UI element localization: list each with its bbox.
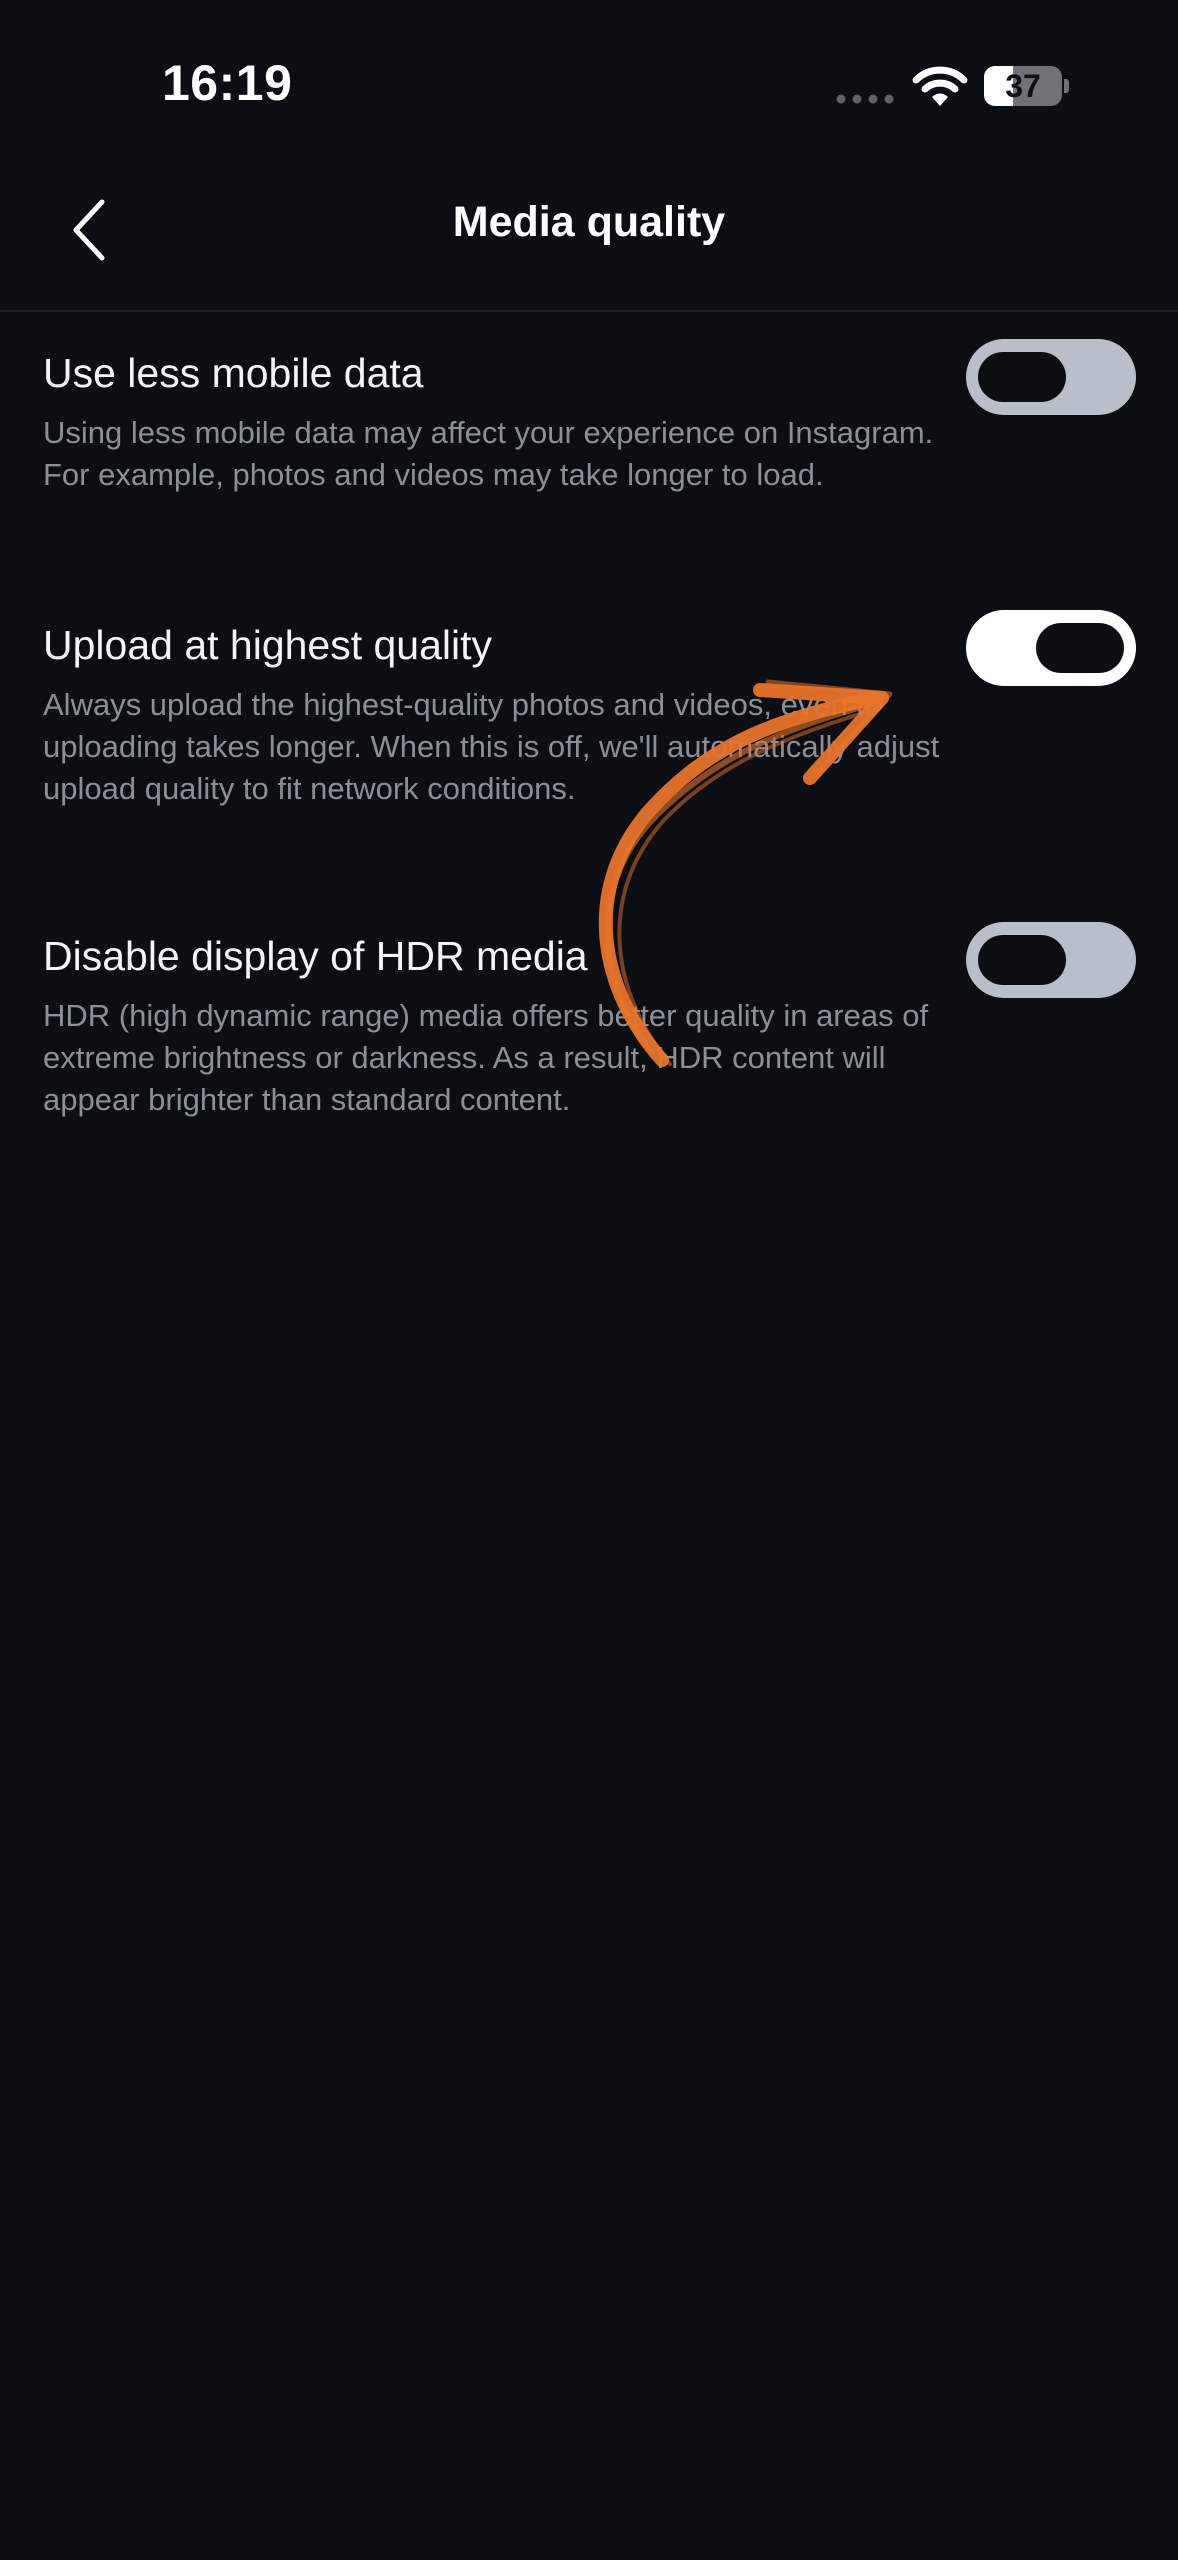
status-bar: 16:19 37 (0, 0, 1178, 150)
battery-level: 37 (1005, 68, 1041, 104)
battery-icon: 37 (984, 66, 1069, 106)
disable-hdr-media-toggle[interactable] (966, 922, 1136, 998)
use-less-mobile-data-toggle[interactable] (966, 339, 1136, 415)
page-title: Media quality (452, 198, 726, 246)
setting-title: Use less mobile data (43, 350, 424, 396)
setting-description: HDR (high dynamic range) media offers be… (43, 998, 929, 1117)
setting-title: Upload at highest quality (43, 622, 493, 668)
toggle-knob (1036, 623, 1124, 673)
toggle-knob (978, 935, 1066, 985)
status-time: 16:19 (162, 55, 293, 111)
upload-highest-quality-toggle[interactable] (966, 610, 1136, 686)
wifi-icon (912, 66, 968, 106)
navigation-bar: Media quality (0, 150, 1178, 312)
setting-description: Always upload the highest-quality photos… (43, 687, 940, 806)
setting-title: Disable display of HDR media (43, 933, 588, 979)
toggle-knob (978, 352, 1066, 402)
signal-dots-icon (836, 94, 894, 104)
setting-description: Using less mobile data may affect your e… (43, 415, 934, 492)
